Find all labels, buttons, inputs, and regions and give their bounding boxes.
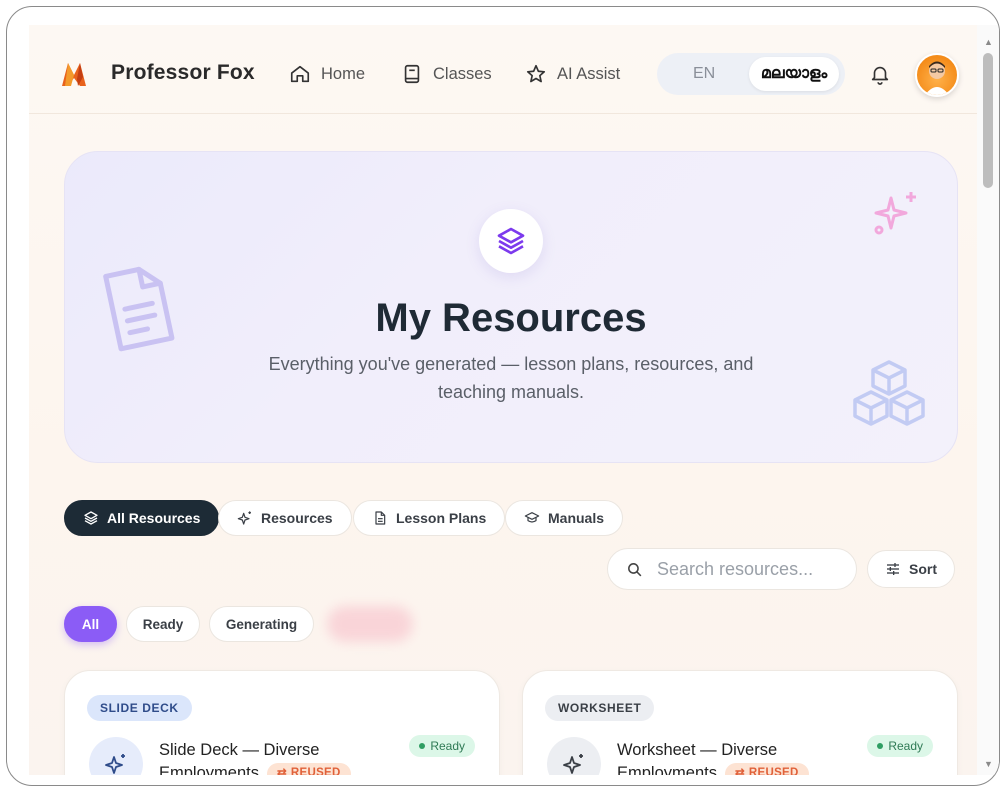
status-label: Ready xyxy=(430,739,465,753)
search-icon xyxy=(628,562,642,576)
home-icon xyxy=(290,65,310,83)
hero-layers-badge xyxy=(479,209,543,273)
nav-ai-assist[interactable]: AI Assist xyxy=(525,57,620,91)
top-header: Professor Fox Home Classes AI Assist EN … xyxy=(29,25,983,114)
filter-blurred xyxy=(327,606,413,642)
resource-card[interactable]: WORKSHEET Ready Worksheet — Diverse Empl… xyxy=(522,670,958,775)
book-icon xyxy=(404,64,420,84)
card-title[interactable]: Worksheet — Diverse Employments ⇄ REUSED xyxy=(617,739,817,775)
status-label: Ready xyxy=(888,739,923,753)
fox-logo-icon[interactable] xyxy=(59,59,89,89)
repeat-icon: ⇄ xyxy=(276,767,287,775)
tab-label: Lesson Plans xyxy=(396,510,487,526)
search-box xyxy=(607,548,857,590)
lang-ml-option[interactable]: മലയാളം xyxy=(749,57,839,91)
status-dot xyxy=(419,743,426,749)
reused-label: REUSED xyxy=(748,767,799,775)
reused-badge: ⇄ REUSED xyxy=(266,762,351,775)
layers-icon xyxy=(497,227,525,255)
lang-en-option[interactable]: EN xyxy=(693,65,715,83)
status-badge: Ready xyxy=(409,735,475,757)
scroll-down-arrow-icon[interactable]: ▼ xyxy=(984,759,993,769)
search-input[interactable] xyxy=(655,557,839,581)
vertical-scrollbar[interactable]: ▲ ▼ xyxy=(977,25,999,775)
page-title: My Resources xyxy=(375,296,647,340)
card-icon-circle xyxy=(89,737,143,775)
reused-badge: ⇄ REUSED xyxy=(724,762,809,775)
tab-label: All Resources xyxy=(107,510,201,526)
sort-button[interactable]: Sort xyxy=(867,550,955,588)
nav-home[interactable]: Home xyxy=(289,57,365,91)
nav-classes-label: Classes xyxy=(433,64,492,83)
sliders-icon xyxy=(887,563,899,575)
tab-manuals[interactable]: Manuals xyxy=(505,500,624,536)
filter-ready[interactable]: Ready xyxy=(126,606,200,642)
browser-frame: Professor Fox Home Classes AI Assist EN … xyxy=(6,6,1000,786)
brand-name[interactable]: Professor Fox xyxy=(111,61,255,85)
tab-label: Manuals xyxy=(548,510,605,526)
sort-label: Sort xyxy=(909,561,937,577)
bell-icon[interactable] xyxy=(869,63,891,85)
filter-all[interactable]: All xyxy=(64,606,117,642)
tab-lesson-plans[interactable]: Lesson Plans xyxy=(353,500,506,536)
layers-icon xyxy=(84,511,98,525)
status-badge: Ready xyxy=(867,735,933,757)
tab-resources[interactable]: Resources xyxy=(218,500,352,536)
avatar-person-icon xyxy=(925,61,949,95)
reused-label: REUSED xyxy=(290,767,341,775)
resource-card[interactable]: SLIDE DECK Ready Slide Deck — Diverse Em… xyxy=(64,670,500,775)
status-dot xyxy=(877,743,884,749)
card-title[interactable]: Slide Deck — Diverse Employments ⇄ REUSED xyxy=(159,739,359,775)
card-icon-circle xyxy=(547,737,601,775)
sparkles-icon xyxy=(563,754,583,774)
card-type-badge: SLIDE DECK xyxy=(87,695,192,721)
nav-home-label: Home xyxy=(321,64,366,83)
tab-all-resources[interactable]: All Resources xyxy=(64,500,220,536)
document-icon xyxy=(375,511,386,525)
card-type-badge: WORKSHEET xyxy=(545,695,655,721)
filter-generating[interactable]: Generating xyxy=(209,606,314,642)
scroll-thumb[interactable] xyxy=(983,53,993,188)
avatar[interactable] xyxy=(915,53,959,97)
language-toggle: EN മലയാളം xyxy=(657,53,845,95)
cubes-deco-icon xyxy=(853,360,925,426)
app: Professor Fox Home Classes AI Assist EN … xyxy=(29,25,983,775)
sparkles-icon xyxy=(237,511,251,525)
sparkle-deco-icon xyxy=(874,192,916,235)
star-icon xyxy=(526,64,546,83)
nav-ai-assist-label: AI Assist xyxy=(557,64,621,83)
repeat-icon: ⇄ xyxy=(734,767,745,775)
sparkles-icon xyxy=(105,754,125,774)
hero-banner: My Resources Everything you've generated… xyxy=(64,151,958,463)
nav-classes[interactable]: Classes xyxy=(401,57,492,91)
scroll-up-arrow-icon[interactable]: ▲ xyxy=(984,37,993,47)
tab-label: Resources xyxy=(261,510,333,526)
graduation-cap-icon xyxy=(524,512,540,523)
page-subtitle: Everything you've generated — lesson pla… xyxy=(268,354,754,402)
